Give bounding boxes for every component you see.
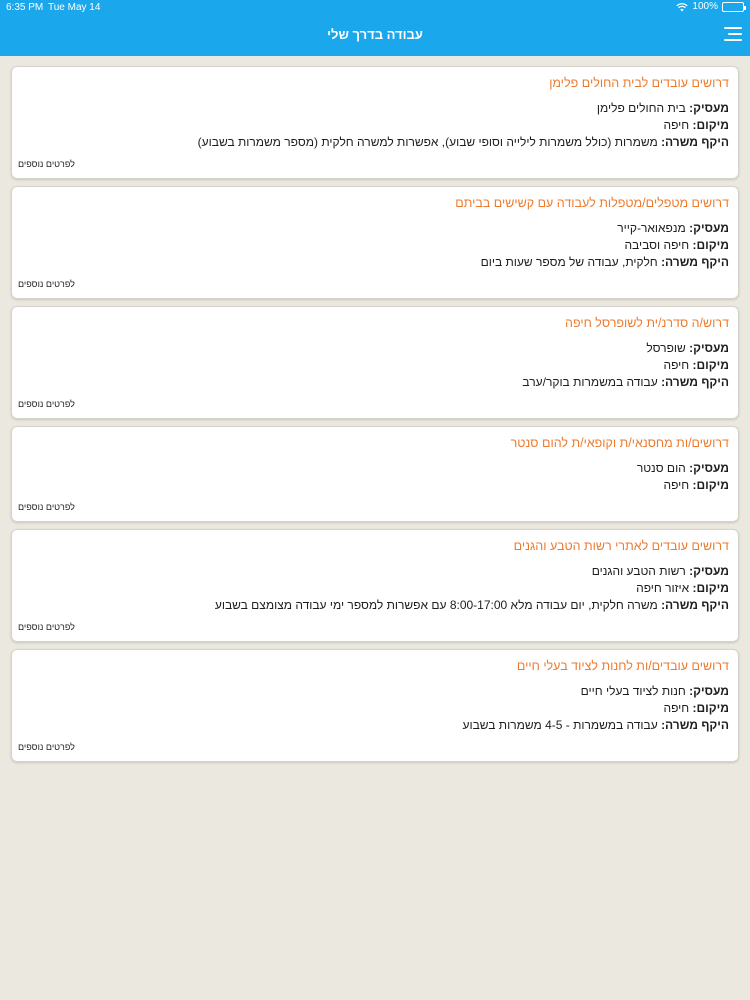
scope-row: היקף משרה: עבודה במשמרות - 4-5 משמרות בש… [18, 717, 729, 734]
job-list: דרושים עובדים לבית החולים פלימן מעסיק: ב… [11, 66, 739, 769]
employer-row: מעסיק: רשות הטבע והגנים [18, 563, 729, 580]
scope-row: היקף משרה: משרה חלקית, יום עבודה מלא 8:0… [18, 597, 729, 614]
location-label: מיקום: [692, 478, 729, 492]
location-label: מיקום: [692, 358, 729, 372]
more-details-link[interactable]: לפרטים נוספים [18, 621, 729, 633]
scope-value: משמרות (כולל משמרות לילייה וסופי שבוע), … [197, 135, 658, 149]
location-value: איזור חיפה [636, 581, 690, 595]
scope-label: היקף משרה: [661, 255, 729, 269]
employer-label: מעסיק: [689, 461, 729, 475]
status-date: Tue May 14 [48, 2, 101, 13]
job-card[interactable]: דרושים עובדים לבית החולים פלימן מעסיק: ב… [11, 66, 739, 179]
status-time: 6:35 PM [6, 2, 44, 13]
scope-value: חלקית, עבודה של מספר שעות ביום [480, 255, 658, 269]
location-row: מיקום: חיפה וסביבה [18, 237, 729, 254]
location-value: חיפה [663, 478, 690, 492]
employer-value: חנות לציוד בעלי חיים [580, 684, 686, 698]
job-card[interactable]: דרוש/ה סדרנ/ית לשופרסל חיפה מעסיק: שופרס… [11, 306, 739, 419]
app-header: 6:35 PM Tue May 14 100% עבודה בדרך שלי [0, 0, 750, 56]
job-card[interactable]: דרושים/ות מחסנאי/ת וקופאי/ת להום סנטר מע… [11, 426, 739, 522]
scope-label: היקף משרה: [661, 598, 729, 612]
more-details-link[interactable]: לפרטים נוספים [18, 398, 729, 410]
employer-label: מעסיק: [689, 564, 729, 578]
employer-label: מעסיק: [689, 221, 729, 235]
job-title[interactable]: דרושים מטפלים/מטפלות לעבודה עם קשישים בב… [18, 195, 729, 211]
scope-row: היקף משרה: עבודה במשמרות בוקר/ערב [18, 374, 729, 391]
scope-row: היקף משרה: חלקית, עבודה של מספר שעות ביו… [18, 254, 729, 271]
job-title[interactable]: דרוש/ה סדרנ/ית לשופרסל חיפה [18, 315, 729, 331]
battery-icon [722, 1, 746, 12]
status-bar: 6:35 PM Tue May 14 100% [0, 0, 750, 14]
wifi-icon [676, 2, 689, 11]
scope-value: עבודה במשמרות בוקר/ערב [522, 375, 658, 389]
employer-value: הום סנטר [636, 461, 686, 475]
location-label: מיקום: [692, 118, 729, 132]
job-card[interactable]: דרושים עובדים/ות לחנות לציוד בעלי חיים מ… [11, 649, 739, 762]
location-value: חיפה [663, 701, 690, 715]
scope-value: משרה חלקית, יום עבודה מלא 8:00-17:00 עם … [214, 598, 658, 612]
scope-label: היקף משרה: [661, 718, 729, 732]
page-title: עבודה בדרך שלי [327, 27, 423, 42]
scope-row: היקף משרה: משמרות (כולל משמרות לילייה וס… [18, 134, 729, 151]
employer-value: שופרסל [646, 341, 686, 355]
location-row: מיקום: איזור חיפה [18, 580, 729, 597]
job-title[interactable]: דרושים עובדים לבית החולים פלימן [18, 75, 729, 91]
location-row: מיקום: חיפה [18, 117, 730, 134]
job-title[interactable]: דרושים/ות מחסנאי/ת וקופאי/ת להום סנטר [18, 435, 729, 451]
scope-value: עבודה במשמרות - 4-5 משמרות בשבוע [462, 718, 658, 732]
employer-value: רשות הטבע והגנים [591, 564, 686, 578]
location-value: חיפה [663, 358, 690, 372]
location-label: מיקום: [692, 238, 729, 252]
status-right: 100% [676, 1, 746, 12]
employer-row: מעסיק: בית החולים פלימן [18, 100, 729, 117]
scope-label: היקף משרה: [661, 135, 729, 149]
employer-value: בית החולים פלימן [596, 101, 686, 115]
location-row: מיקום: חיפה [18, 700, 730, 717]
more-details-link[interactable]: לפרטים נוספים [18, 158, 729, 170]
employer-row: מעסיק: חנות לציוד בעלי חיים [18, 683, 729, 700]
employer-label: מעסיק: [689, 684, 729, 698]
employer-value: מנפאואר-קייר [617, 221, 686, 235]
scope-label: היקף משרה: [661, 375, 729, 389]
employer-label: מעסיק: [689, 341, 729, 355]
location-label: מיקום: [692, 701, 729, 715]
more-details-link[interactable]: לפרטים נוספים [18, 741, 729, 753]
job-title[interactable]: דרושים עובדים/ות לחנות לציוד בעלי חיים [18, 658, 729, 674]
job-title[interactable]: דרושים עובדים לאתרי רשות הטבע והגנים [18, 538, 729, 554]
location-value: חיפה וסביבה [624, 238, 690, 252]
hamburger-menu-icon[interactable] [722, 24, 742, 44]
location-row: מיקום: חיפה [18, 357, 730, 374]
job-card[interactable]: דרושים מטפלים/מטפלות לעבודה עם קשישים בב… [11, 186, 739, 299]
battery-percent: 100% [692, 1, 718, 12]
employer-row: מעסיק: שופרסל [18, 340, 729, 357]
more-details-link[interactable]: לפרטים נוספים [18, 278, 729, 290]
job-card[interactable]: דרושים עובדים לאתרי רשות הטבע והגנים מעס… [11, 529, 739, 642]
more-details-link[interactable]: לפרטים נוספים [18, 501, 729, 513]
employer-row: מעסיק: הום סנטר [18, 460, 729, 477]
location-value: חיפה [663, 118, 690, 132]
employer-row: מעסיק: מנפאואר-קייר [18, 220, 729, 237]
location-row: מיקום: חיפה [18, 477, 730, 494]
location-label: מיקום: [692, 581, 729, 595]
employer-label: מעסיק: [689, 101, 729, 115]
